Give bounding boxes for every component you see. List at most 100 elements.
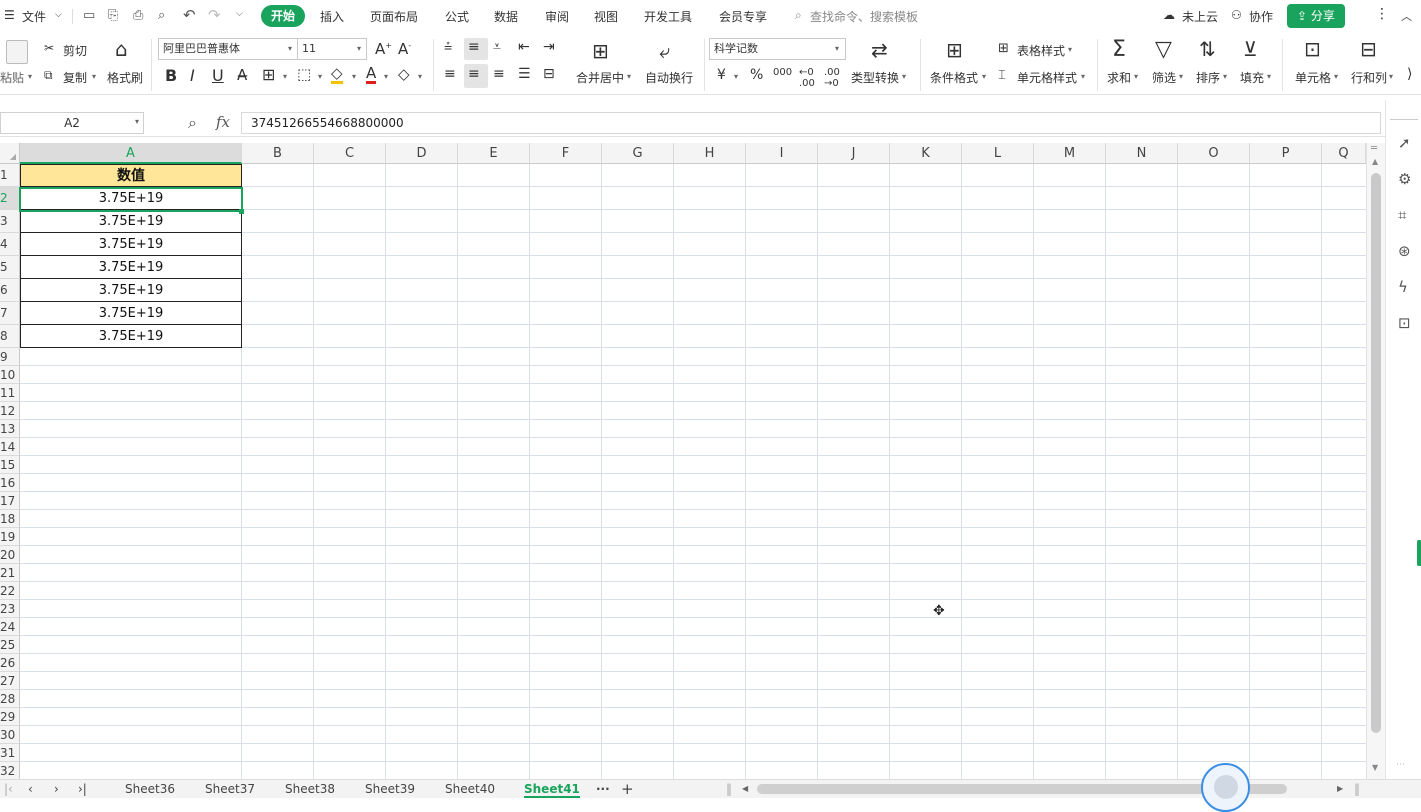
increase-font-icon[interactable]: A+ xyxy=(375,40,392,58)
bold-button[interactable]: B xyxy=(165,66,177,85)
chevron-down-icon[interactable]: ▾ xyxy=(1223,72,1227,81)
chevron-down-icon[interactable]: ▾ xyxy=(135,117,139,126)
fill-handle[interactable] xyxy=(239,209,244,214)
align-top-icon[interactable]: ⩮ xyxy=(444,39,452,55)
row-header-18[interactable]: 18 xyxy=(0,510,20,528)
row-header-13[interactable]: 13 xyxy=(0,420,20,438)
row-header-16[interactable]: 16 xyxy=(0,474,20,492)
print-preview-icon[interactable]: ⌕ xyxy=(158,9,165,22)
align-center-icon[interactable]: ≡ xyxy=(468,66,480,82)
row-col-icon[interactable]: ⊟ xyxy=(1360,37,1377,61)
row-header-2[interactable]: 2 xyxy=(0,187,20,210)
column-header-d[interactable]: D xyxy=(386,143,458,164)
border-icon[interactable]: ⊞ xyxy=(262,65,275,84)
tab-view[interactable]: 视图 xyxy=(594,8,618,25)
chevron-down-icon[interactable]: ▾ xyxy=(283,72,287,81)
strikethrough-icon[interactable]: A̶ xyxy=(237,66,247,84)
distributed-icon[interactable]: ⊟ xyxy=(543,66,555,82)
row-header-1[interactable]: 1 xyxy=(0,164,20,187)
column-header-c[interactable]: C xyxy=(314,143,386,164)
row-header-31[interactable]: 31 xyxy=(0,744,20,762)
column-header-n[interactable]: N xyxy=(1106,143,1178,164)
tab-page-layout[interactable]: 页面布局 xyxy=(370,8,418,25)
split-handle-icon[interactable]: ‖ xyxy=(1354,782,1360,796)
cell-a5[interactable]: 3.75E+19 xyxy=(20,256,242,279)
row-header-8[interactable]: 8 xyxy=(0,325,20,348)
fx-icon[interactable]: fx xyxy=(216,113,230,131)
align-left-icon[interactable]: ≡ xyxy=(444,66,456,82)
fill-button[interactable]: 填充 xyxy=(1240,69,1264,86)
row-header-7[interactable]: 7 xyxy=(0,302,20,325)
row-header-26[interactable]: 26 xyxy=(0,654,20,672)
row-header-28[interactable]: 28 xyxy=(0,690,20,708)
cut-button[interactable]: 剪切 xyxy=(63,42,87,59)
table-style-button[interactable]: 表格样式 xyxy=(1017,42,1065,59)
align-middle-icon[interactable]: ≡ xyxy=(468,39,480,55)
add-sheet-icon[interactable]: + xyxy=(621,780,634,798)
chevron-down-icon[interactable]: ▾ xyxy=(627,72,631,81)
chevron-down-icon[interactable]: ▾ xyxy=(92,72,96,81)
chevron-down-icon[interactable]: ▾ xyxy=(835,44,839,53)
row-header-25[interactable]: 25 xyxy=(0,636,20,654)
cell-a3[interactable]: 3.75E+19 xyxy=(20,210,242,233)
sheet-tab-sheet39[interactable]: Sheet39 xyxy=(365,782,415,796)
copy-icon[interactable]: ⧉ xyxy=(44,68,53,83)
sheet-tab-sheet38[interactable]: Sheet38 xyxy=(285,782,335,796)
backup-icon[interactable]: ⊛ xyxy=(1398,242,1411,260)
book-icon[interactable]: ⊡ xyxy=(1398,314,1411,332)
type-convert-button[interactable]: 类型转换 xyxy=(851,69,899,86)
column-header-b[interactable]: B xyxy=(242,143,314,164)
align-bottom-icon[interactable]: ⩡ xyxy=(493,39,501,55)
row-header-22[interactable]: 22 xyxy=(0,582,20,600)
chevron-down-icon[interactable]: ▾ xyxy=(1081,72,1085,81)
split-handle-icon[interactable]: ‖ xyxy=(726,782,732,796)
hscroll-left-icon[interactable]: ◀ xyxy=(742,784,748,793)
chevron-down-icon[interactable]: ▾ xyxy=(352,72,356,81)
sum-button[interactable]: 求和 xyxy=(1107,69,1131,86)
collapse-chevron-icon[interactable]: ︿ xyxy=(1401,8,1412,24)
tab-developer[interactable]: 开发工具 xyxy=(644,8,692,25)
search-icon[interactable]: ⌕ xyxy=(795,8,802,23)
cloud-icon[interactable]: ☁ xyxy=(1163,8,1175,22)
chevron-down-icon[interactable]: ▾ xyxy=(1179,72,1183,81)
filter-button[interactable]: 筛选 xyxy=(1152,69,1176,86)
more-icon[interactable]: ⋮ xyxy=(1375,6,1389,22)
settings-sliders-icon[interactable]: ⚙ xyxy=(1398,170,1411,188)
row-header-11[interactable]: 11 xyxy=(0,384,20,402)
chevron-down-icon[interactable]: ▾ xyxy=(734,72,738,81)
chevron-down-icon[interactable]: ▾ xyxy=(28,72,32,81)
cell-a7[interactable]: 3.75E+19 xyxy=(20,302,242,325)
row-header-15[interactable]: 15 xyxy=(0,456,20,474)
sheet-tab-sheet36[interactable]: Sheet36 xyxy=(125,782,175,796)
cell-style-icon[interactable]: ⌶ xyxy=(998,68,1006,83)
chevron-down-icon[interactable]: ▾ xyxy=(318,72,322,81)
type-convert-icon[interactable]: ⇄ xyxy=(871,38,888,62)
chevron-down-icon[interactable]: ▾ xyxy=(1334,72,1338,81)
sort-icon[interactable]: ⇅ xyxy=(1199,37,1216,61)
row-header-6[interactable]: 6 xyxy=(0,279,20,302)
row-header-29[interactable]: 29 xyxy=(0,708,20,726)
column-header-o[interactable]: O xyxy=(1178,143,1250,164)
sort-button[interactable]: 排序 xyxy=(1196,69,1220,86)
scroll-down-icon[interactable]: ▼ xyxy=(1372,763,1378,772)
align-right-icon[interactable]: ≡ xyxy=(493,66,505,82)
prev-sheet-icon[interactable]: ‹ xyxy=(28,782,33,796)
save-icon[interactable]: ▭ xyxy=(83,9,95,22)
row-header-21[interactable]: 21 xyxy=(0,564,20,582)
chevron-down-icon[interactable]: ▾ xyxy=(384,72,388,81)
chevron-down-icon[interactable]: ▾ xyxy=(1267,72,1271,81)
tab-review[interactable]: 审阅 xyxy=(545,8,569,25)
cell-style-button[interactable]: 单元格样式 xyxy=(1017,69,1077,86)
tab-data[interactable]: 数据 xyxy=(494,8,518,25)
scrollbar-thumb[interactable] xyxy=(1371,173,1381,733)
conditional-format-icon[interactable]: ⊞ xyxy=(946,38,963,62)
tab-insert[interactable]: 插入 xyxy=(320,8,344,25)
more-chevron-icon[interactable]: ⌵ xyxy=(236,10,243,19)
decrease-font-icon[interactable]: A- xyxy=(398,40,411,58)
last-sheet-icon[interactable]: ›| xyxy=(78,782,87,796)
more-sheets-icon[interactable]: ··· xyxy=(596,782,610,796)
file-menu[interactable]: 文件 xyxy=(22,8,46,25)
indent-decrease-icon[interactable]: ⇤ xyxy=(518,39,530,55)
chevron-down-icon[interactable]: ⌵ xyxy=(55,10,62,20)
paste-icon[interactable] xyxy=(6,40,28,64)
